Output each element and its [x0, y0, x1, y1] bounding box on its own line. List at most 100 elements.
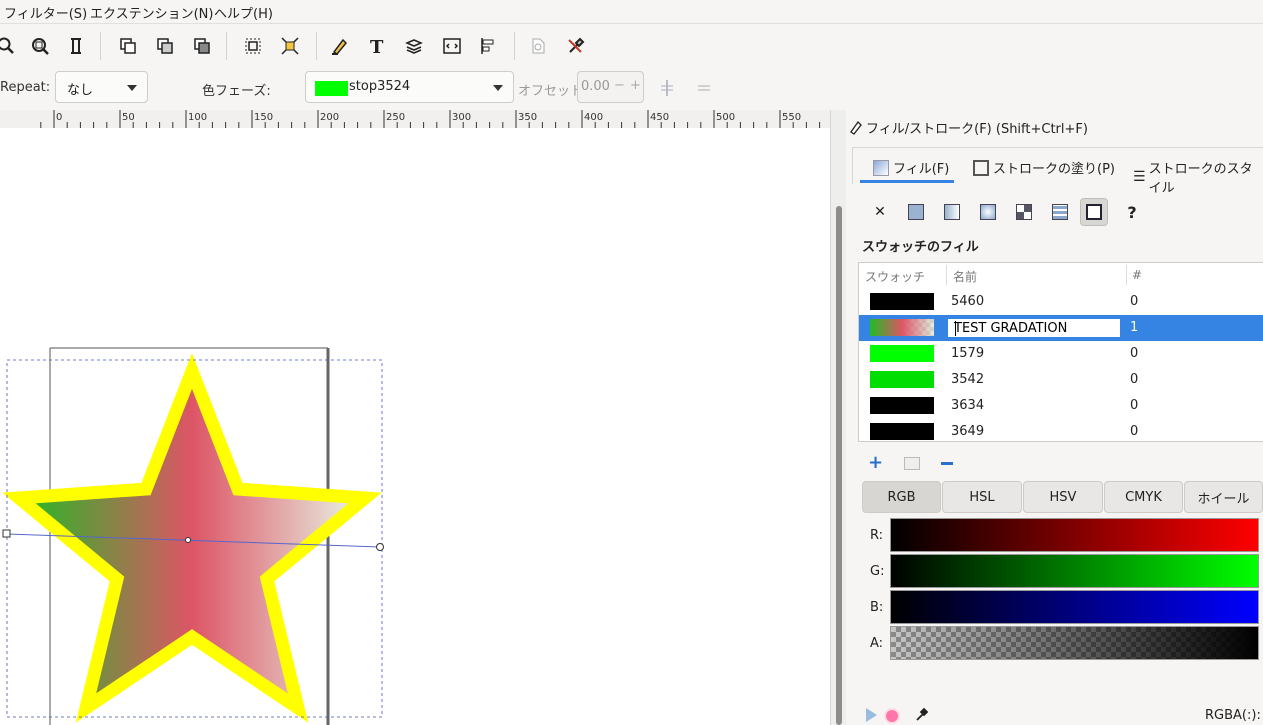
green-slider[interactable] [890, 554, 1259, 588]
insert-stop-icon[interactable] [655, 76, 679, 100]
duplicate-icon[interactable] [116, 34, 140, 58]
group-icon[interactable] [241, 34, 265, 58]
out-of-gamut-icon [884, 708, 900, 724]
tab-stroke-paint[interactable]: ストロークの塗り(P) [973, 158, 1115, 177]
preferences-icon[interactable] [564, 34, 588, 58]
delete-stop-icon[interactable] [692, 76, 716, 100]
menu-help[interactable]: ヘルプ(H) [214, 3, 273, 22]
swatch-color [870, 345, 934, 362]
ruler-label: 400 [584, 112, 603, 123]
unset-paint-icon[interactable]: ? [1118, 198, 1146, 226]
panel-tabs: フィル(F) ストロークの塗り(P) ☰ ストロークのスタイル [852, 147, 1263, 196]
fill-stroke-icon[interactable] [328, 34, 352, 58]
linear-gradient-icon[interactable] [938, 198, 966, 226]
stroke-style-tab-icon: ☰ [1133, 169, 1146, 185]
offset-increment[interactable]: + [630, 78, 641, 93]
channel-a-label: A: [870, 636, 884, 651]
fill-stroke-panel: フィル/ストローク(F) (Shift+Ctrl+F) フィル(F) ストローク… [846, 110, 1263, 725]
chevron-down-icon [127, 85, 137, 91]
layers-icon[interactable] [402, 34, 426, 58]
mode-hsl-button[interactable]: HSL [942, 481, 1022, 513]
gradient-end-handle[interactable] [376, 543, 384, 551]
remove-swatch-icon[interactable] [941, 462, 953, 465]
offset-value: 0.00 [581, 79, 610, 94]
zoom-drawing-icon[interactable] [28, 34, 52, 58]
repeat-select[interactable]: なし [55, 71, 148, 103]
alpha-slider[interactable] [890, 626, 1259, 660]
canvas-vertical-scrollbar[interactable] [830, 110, 847, 725]
clone-icon[interactable] [153, 34, 177, 58]
horizontal-ruler[interactable]: 0 50 100 150 200 250 300 350 400 450 500 550 [0, 110, 830, 129]
swatch-name: 1579 [951, 346, 985, 361]
ruler-label: 50 [122, 112, 135, 123]
ruler-label: 300 [452, 112, 471, 123]
table-row[interactable]: 3634 0 [859, 393, 1263, 419]
ruler-label: 0 [56, 112, 62, 123]
stop-select[interactable]: stop3524 [305, 71, 514, 103]
table-row[interactable]: 5460 0 [859, 289, 1263, 315]
table-row[interactable]: 3542 0 [859, 367, 1263, 393]
channel-r-label: R: [870, 528, 884, 543]
mode-wheel-button[interactable]: ホイール [1184, 481, 1263, 513]
channel-g-label: G: [870, 564, 885, 579]
add-swatch-icon[interactable]: + [868, 454, 883, 472]
tab-stroke-paint-label: ストロークの塗り(P) [993, 162, 1115, 177]
ruler-label: 150 [254, 112, 273, 123]
swatch-name-edit-field[interactable]: TEST GRADATION [947, 318, 1121, 338]
menu-extensions[interactable]: エクステンション(N) [90, 3, 213, 22]
ungroup-icon[interactable] [278, 34, 302, 58]
table-row-selected[interactable]: TEST GRADATION 1 [859, 315, 1263, 341]
zoom-page-icon[interactable] [0, 34, 18, 58]
gradient-mid-stop-handle[interactable] [185, 537, 191, 543]
stop-color-swatch [315, 81, 348, 96]
swatch-table[interactable]: スウォッチ 名前 # 5460 0 TEST GRADATION 1 1579 … [858, 262, 1263, 442]
ruler-label: 450 [650, 112, 669, 123]
no-paint-icon[interactable]: ✕ [866, 198, 894, 226]
mode-cmyk-button[interactable]: CMYK [1104, 481, 1183, 513]
offset-spinbox[interactable]: 0.00 − + [577, 71, 644, 103]
swatch-color [870, 293, 934, 310]
color-managed-icon[interactable] [866, 708, 877, 722]
red-slider[interactable] [890, 518, 1259, 552]
flat-color-icon[interactable] [902, 198, 930, 226]
ruler-label: 250 [386, 112, 405, 123]
table-row[interactable]: 3649 0 [859, 419, 1263, 441]
menu-filters[interactable]: フィルター(S) [4, 3, 87, 22]
pattern-icon[interactable] [1010, 198, 1038, 226]
eyedropper-icon[interactable] [914, 706, 930, 722]
align-distribute-icon[interactable] [476, 34, 500, 58]
radial-gradient-icon[interactable] [974, 198, 1002, 226]
swatch-icon[interactable] [1080, 198, 1108, 226]
document-properties-icon[interactable] [526, 34, 550, 58]
zoom-selection-icon[interactable] [64, 34, 88, 58]
tab-stroke-style[interactable]: ☰ ストロークのスタイル [1133, 158, 1263, 196]
col-header-count[interactable]: # [1132, 268, 1142, 282]
ruler-label: 350 [518, 112, 537, 123]
col-header-swatch[interactable]: スウォッチ [865, 268, 925, 285]
tab-fill[interactable]: フィル(F) [873, 158, 949, 177]
mode-rgb-button[interactable]: RGB [862, 481, 941, 513]
gradient-start-handle[interactable] [2, 529, 11, 538]
table-row[interactable]: 1579 0 [859, 341, 1263, 367]
text-font-icon[interactable]: T [365, 34, 389, 58]
mesh-gradient-icon[interactable] [1046, 198, 1074, 226]
menu-bar: フィルター(S) エクステンション(N) ヘルプ(H) [0, 0, 1263, 24]
swatch-color [870, 397, 934, 414]
unlink-clone-icon[interactable] [190, 34, 214, 58]
col-header-name[interactable]: 名前 [953, 268, 977, 285]
gradient-tool-controls: Repeat: なし 色フェーズ: stop3524 オフセット: 0.00 −… [0, 68, 1263, 110]
mode-hsv-button[interactable]: HSV [1023, 481, 1103, 513]
star-shape[interactable] [2, 353, 382, 723]
xml-editor-icon[interactable] [440, 34, 464, 58]
swatch-count: 0 [1130, 294, 1139, 309]
canvas-artwork [2, 347, 384, 725]
tab-stroke-style-label: ストロークのスタイル [1148, 162, 1253, 196]
offset-decrement[interactable]: − [614, 78, 625, 93]
blue-slider[interactable] [890, 590, 1259, 624]
swatch-gradient [870, 319, 934, 336]
scrollbar-thumb[interactable] [836, 206, 842, 725]
stop-value: stop3524 [349, 79, 411, 94]
swatch-count: 0 [1130, 372, 1139, 387]
edit-swatch-icon[interactable] [904, 457, 920, 470]
drawing-canvas[interactable] [0, 128, 830, 725]
